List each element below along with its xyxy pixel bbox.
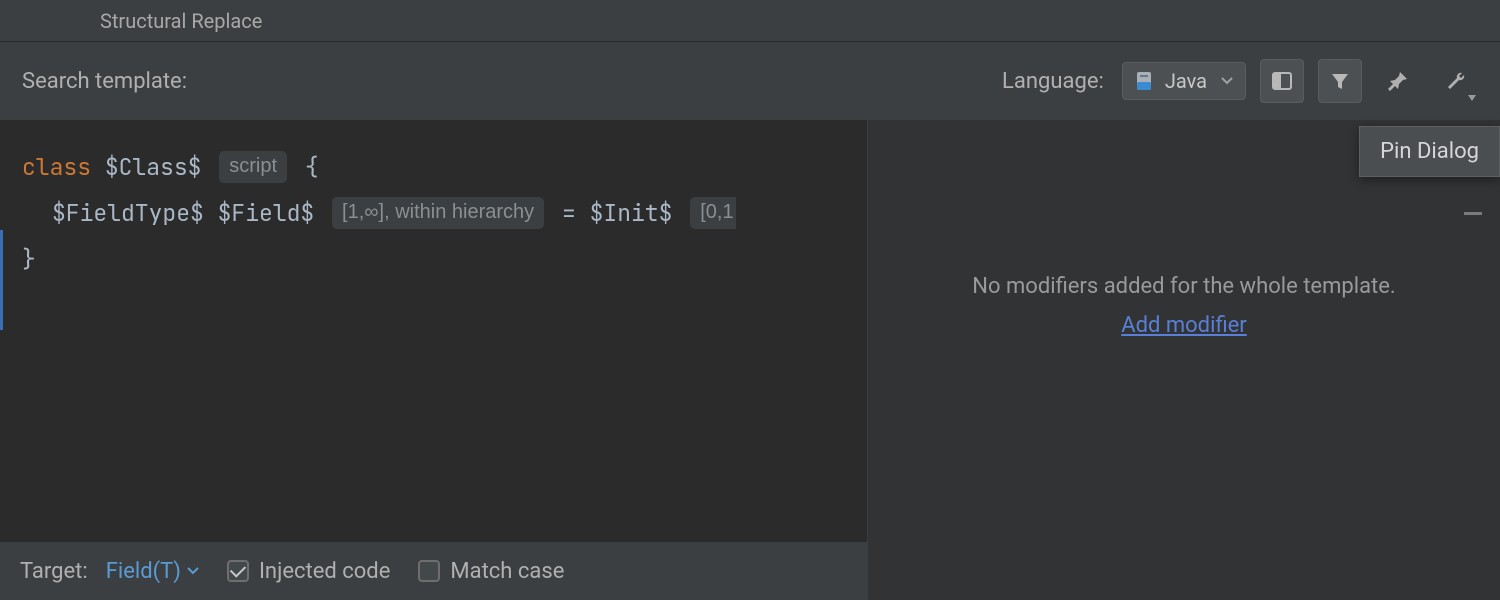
var-class: $Class$ xyxy=(105,152,202,182)
search-template-editor[interactable]: class $Class$ script { $FieldType$ $Fiel… xyxy=(0,120,867,542)
target-value: Field(T) xyxy=(106,559,181,584)
var-fieldtype: $FieldType$ xyxy=(52,198,204,228)
var-field: $Field$ xyxy=(218,198,315,228)
chevron-down-icon xyxy=(1468,95,1476,101)
injected-code-label: Injected code xyxy=(259,559,390,584)
target-dropdown[interactable]: Field(T) xyxy=(106,559,199,584)
brace-close: } xyxy=(22,244,36,274)
code-line-2: $FieldType$ $Field$ [1,∞], within hierar… xyxy=(22,190,867,236)
panel-icon xyxy=(1271,70,1293,92)
body-area: class $Class$ script { $FieldType$ $Fiel… xyxy=(0,120,1500,600)
equals-sign: = xyxy=(562,198,576,228)
window-title: Structural Replace xyxy=(100,9,262,33)
empty-modifiers-message: No modifiers added for the whole templat… xyxy=(972,274,1395,299)
chip-init-constraints[interactable]: [0,1 xyxy=(690,197,735,229)
code-line-3: } xyxy=(22,236,867,282)
funnel-icon xyxy=(1329,70,1351,92)
match-case-checkbox[interactable] xyxy=(418,560,440,582)
modifiers-pane: No modifiers added for the whole templat… xyxy=(868,120,1500,600)
pin-button[interactable] xyxy=(1376,59,1420,103)
chevron-down-icon xyxy=(187,567,199,575)
injected-code-checkbox[interactable] xyxy=(227,560,249,582)
match-case-label: Match case xyxy=(450,559,564,584)
add-modifier-link[interactable]: Add modifier xyxy=(1121,313,1247,338)
collapse-icon[interactable] xyxy=(1464,212,1482,215)
filter-button[interactable] xyxy=(1318,59,1362,103)
language-dropdown[interactable]: Java xyxy=(1122,62,1246,100)
pin-dialog-tooltip: Pin Dialog xyxy=(1359,126,1500,177)
java-file-icon xyxy=(1135,71,1155,91)
target-label: Target: xyxy=(20,559,88,584)
window-titlebar: Structural Replace xyxy=(0,0,1500,42)
left-pane: class $Class$ script { $FieldType$ $Fiel… xyxy=(0,120,868,600)
chip-field-constraints[interactable]: [1,∞], within hierarchy xyxy=(332,197,544,229)
injected-code-checkbox-row[interactable]: Injected code xyxy=(227,559,390,584)
language-value: Java xyxy=(1165,69,1207,93)
var-init: $Init$ xyxy=(590,198,673,228)
chevron-down-icon xyxy=(1221,77,1233,85)
brace-open: { xyxy=(305,152,319,182)
toolbar-right: Language: Java xyxy=(1002,59,1478,103)
toolbar: Search template: Language: Java xyxy=(0,42,1500,120)
pin-icon xyxy=(1386,69,1410,93)
settings-button[interactable] xyxy=(1434,59,1478,103)
search-template-label: Search template: xyxy=(22,69,187,94)
keyword-class: class xyxy=(22,152,91,182)
code-line-1: class $Class$ script { xyxy=(22,144,867,190)
match-case-checkbox-row[interactable]: Match case xyxy=(418,559,564,584)
language-label: Language: xyxy=(1002,69,1104,94)
wrench-icon xyxy=(1444,69,1468,93)
editor-footer: Target: Field(T) Injected code Match cas… xyxy=(0,542,867,600)
chip-script[interactable]: script xyxy=(219,151,287,183)
toggle-panel-button[interactable] xyxy=(1260,59,1304,103)
